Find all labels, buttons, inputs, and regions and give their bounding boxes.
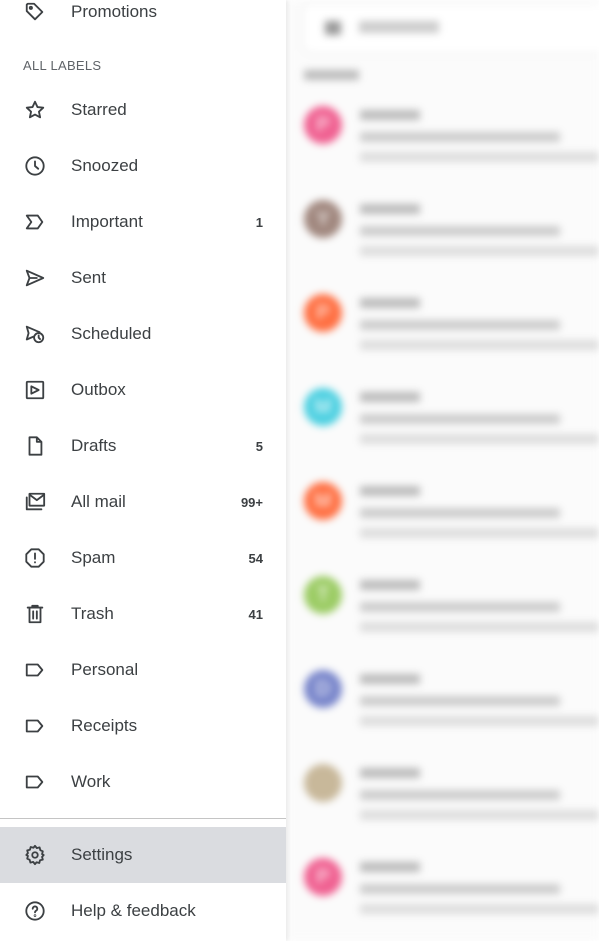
navigation-drawer: Promotions ALL LABELS Starred Snoozed Im… <box>0 0 286 941</box>
drawer-item-starred[interactable]: Starred <box>0 82 286 138</box>
drawer-item-label: Snoozed <box>71 156 139 175</box>
avatar: P <box>304 106 342 144</box>
drawer-item-promotions[interactable]: Promotions <box>0 0 286 40</box>
clock-icon <box>24 155 46 177</box>
label-icon <box>24 771 46 793</box>
outbox-icon <box>24 379 46 401</box>
drawer-item-label: Starred <box>71 100 127 119</box>
section-header: ALL LABELS <box>23 58 102 73</box>
drawer-item-label: Sent <box>71 268 106 287</box>
drawer-item-label: Important <box>71 212 143 231</box>
avatar <box>304 764 342 802</box>
section-label-placeholder <box>304 70 359 80</box>
drawer-item-label: Work <box>71 772 111 791</box>
all-mail-icon <box>24 491 46 513</box>
drawer-item-help-feedback[interactable]: Help & feedback <box>0 883 286 939</box>
drawer-item-label: Promotions <box>71 2 157 21</box>
email-row: P <box>304 106 599 186</box>
unread-count: 5 <box>255 438 263 454</box>
blurred-inbox-background: P Y P M M T D P <box>286 0 599 941</box>
star-icon <box>24 99 46 121</box>
drawer-item-label: Scheduled <box>71 324 152 343</box>
unread-count: 41 <box>248 606 263 622</box>
drawer-item-label: Outbox <box>71 380 126 399</box>
unread-count: 1 <box>255 214 263 230</box>
avatar: M <box>304 388 342 426</box>
label-icon <box>24 715 46 737</box>
tag-icon <box>24 1 46 23</box>
search-bar <box>302 2 599 54</box>
drawer-item-personal[interactable]: Personal <box>0 642 286 698</box>
label-icon <box>24 659 46 681</box>
drawer-item-settings[interactable]: Settings <box>0 827 286 883</box>
drawer-item-receipts[interactable]: Receipts <box>0 698 286 754</box>
important-icon <box>24 211 46 233</box>
draft-icon <box>24 435 46 457</box>
drawer-item-outbox[interactable]: Outbox <box>0 362 286 418</box>
avatar: Y <box>304 200 342 238</box>
drawer-item-all-mail[interactable]: All mail 99+ <box>0 474 286 530</box>
drawer-item-trash[interactable]: Trash 41 <box>0 586 286 642</box>
trash-icon <box>24 603 46 625</box>
unread-count: 99+ <box>240 494 263 510</box>
help-icon <box>24 900 46 922</box>
unread-count: 54 <box>248 550 263 566</box>
avatar: D <box>304 670 342 708</box>
drawer-item-label: Settings <box>71 845 133 864</box>
drawer-item-label: Help & feedback <box>71 901 196 920</box>
email-row <box>304 764 599 844</box>
email-row: M <box>304 482 599 562</box>
gear-icon <box>24 844 46 866</box>
email-row: M <box>304 388 599 468</box>
avatar: M <box>304 482 342 520</box>
drawer-item-snoozed[interactable]: Snoozed <box>0 138 286 194</box>
drawer-item-label: Spam <box>71 548 116 567</box>
drawer-item-label: Drafts <box>71 436 117 455</box>
drawer-item-important[interactable]: Important 1 <box>0 194 286 250</box>
scheduled-icon <box>24 323 46 345</box>
avatar: T <box>304 576 342 614</box>
divider <box>0 818 286 819</box>
drawer-item-drafts[interactable]: Drafts 5 <box>0 418 286 474</box>
drawer-item-label: Trash <box>71 604 114 623</box>
drawer-item-sent[interactable]: Sent <box>0 250 286 306</box>
email-row: Y <box>304 200 599 280</box>
drawer-item-label: All mail <box>71 492 126 511</box>
drawer-item-spam[interactable]: Spam 54 <box>0 530 286 586</box>
drawer-item-scheduled[interactable]: Scheduled <box>0 306 286 362</box>
email-row: D <box>304 670 599 750</box>
send-icon <box>24 267 46 289</box>
email-row: P <box>304 294 599 374</box>
spam-icon <box>24 547 46 569</box>
drawer-item-label: Receipts <box>71 716 138 735</box>
drawer-item-label: Personal <box>71 660 139 679</box>
avatar: P <box>304 294 342 332</box>
email-row: T <box>304 576 599 656</box>
avatar: P <box>304 858 342 896</box>
drawer-item-work[interactable]: Work <box>0 754 286 810</box>
email-row: P <box>304 858 599 938</box>
